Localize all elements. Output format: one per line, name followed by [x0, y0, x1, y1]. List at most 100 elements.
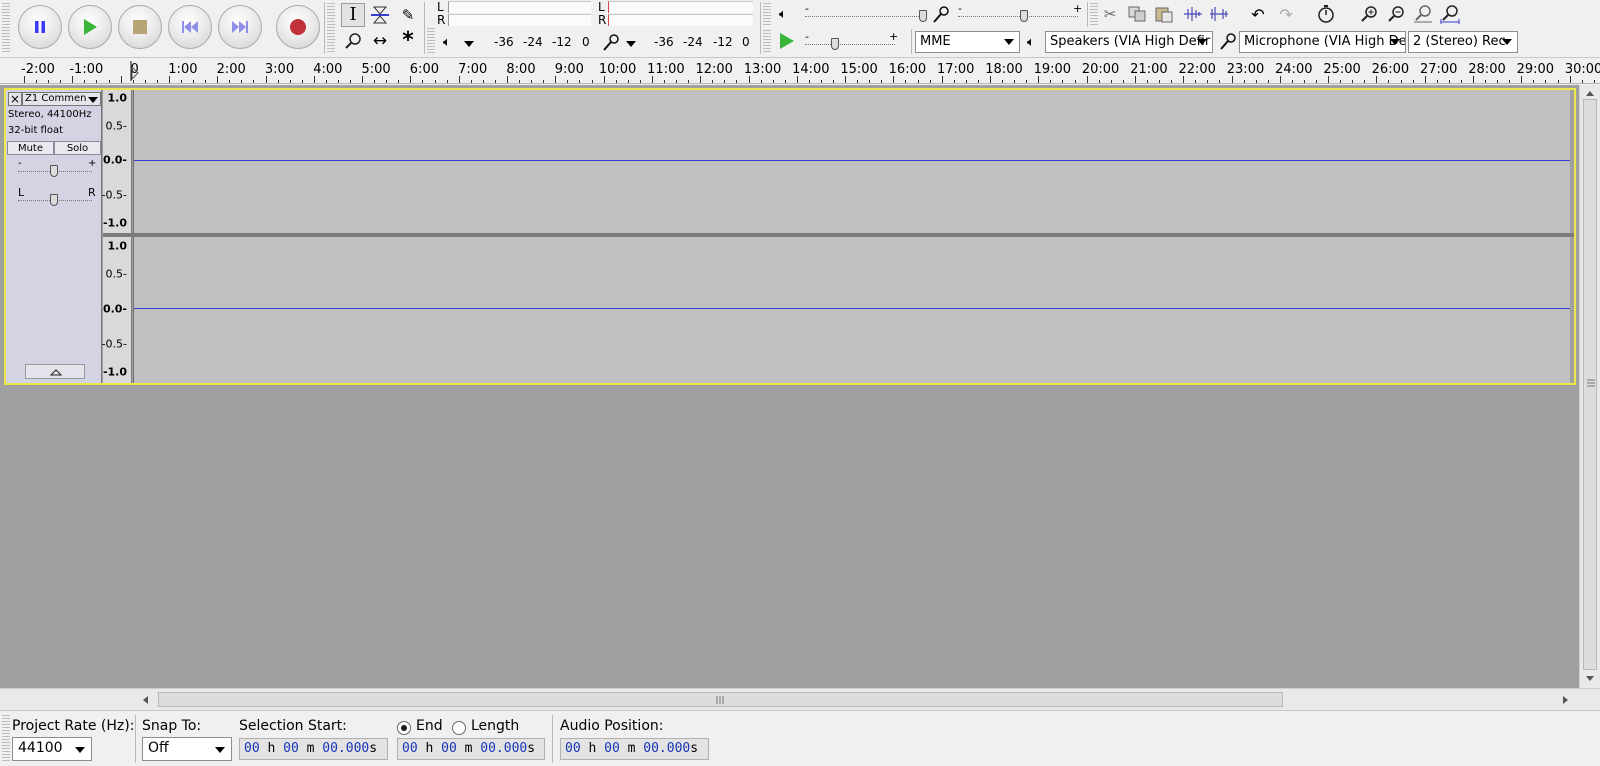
vertical-ruler-left[interactable]: 1.0 0.5- 0.0- -0.5- -1.0: [102, 90, 132, 233]
selection-toolbar-grip[interactable]: [2, 715, 10, 763]
play-at-speed-button[interactable]: [778, 32, 796, 53]
play-at-speed-grip[interactable]: [763, 30, 771, 53]
rec-meter-menu-arrow[interactable]: [626, 41, 636, 47]
play-meter-right-bar[interactable]: [448, 14, 591, 26]
ruler-tick: [1436, 80, 1438, 83]
end-radio[interactable]: [397, 721, 411, 735]
fit-selection-button[interactable]: [1411, 3, 1435, 25]
selection-tool[interactable]: I: [341, 3, 365, 27]
ruler-tick: [748, 76, 750, 83]
vertical-ruler-right[interactable]: 1.0 0.5- 0.0- -0.5- -1.0: [102, 237, 132, 383]
input-volume-slider[interactable]: [1020, 10, 1028, 22]
play-meter-grip[interactable]: [427, 28, 435, 53]
ruler-tick: [1062, 80, 1064, 83]
horizontal-scroll-thumb[interactable]: [158, 692, 1283, 707]
collapse-track-button[interactable]: [25, 364, 85, 379]
ruler-tick-label: 10:00: [598, 62, 637, 77]
draw-tool[interactable]: ✎: [396, 3, 420, 27]
speaker-icon: 🔈︎: [443, 35, 451, 50]
gain-minus: -: [18, 158, 22, 169]
waveform-left-channel[interactable]: [133, 90, 1570, 233]
input-volume-plus: +: [1073, 2, 1083, 15]
input-volume-track[interactable]: [958, 16, 1078, 18]
stop-button[interactable]: [118, 5, 162, 49]
timeline-ruler[interactable]: -2:00 -1:00 0 1:00 2:00 3:00 4:00 5:00 6:00 7:00 8…: [0, 58, 1600, 84]
record-button[interactable]: [276, 5, 320, 49]
track-panel[interactable]: × Z1 Commen Stereo, 44100Hz 32-bit float…: [0, 85, 1579, 688]
ruler-tick: [48, 80, 50, 83]
track-menu-button[interactable]: Z1 Commen: [22, 92, 101, 106]
ruler-tick: [651, 76, 653, 83]
ruler-tick: [458, 76, 460, 83]
silence-button[interactable]: [1207, 3, 1231, 25]
audio-position-time[interactable]: 00 h 00 m 00.000s: [560, 738, 709, 760]
edit-toolbar-grip[interactable]: [1090, 3, 1098, 25]
cut-button[interactable]: ✂: [1098, 3, 1122, 25]
rec-meter-left-bar[interactable]: [608, 1, 753, 13]
transport-toolbar-grip[interactable]: [2, 3, 10, 53]
play-meter-menu-arrow[interactable]: [464, 41, 474, 47]
audio-host-select[interactable]: MME: [915, 31, 1020, 53]
ruler-tick: [627, 80, 629, 83]
input-device-select[interactable]: Microphone (VIA High De: [1239, 31, 1406, 53]
skip-to-start-button[interactable]: [168, 5, 212, 49]
rec-scale-tick: 0: [742, 35, 750, 49]
vertical-scrollbar[interactable]: [1579, 85, 1600, 688]
end-label[interactable]: End: [416, 718, 443, 734]
zoom-tool[interactable]: [341, 29, 365, 53]
waveform-right-channel[interactable]: [133, 237, 1570, 383]
ruler-tick: [543, 80, 545, 83]
hours-unit: h: [267, 741, 276, 756]
solo-button[interactable]: Solo: [54, 141, 101, 155]
ruler-tick-label: 5:00: [361, 62, 391, 77]
mixer-toolbar-grip[interactable]: [763, 3, 771, 25]
snap-to-select[interactable]: Off: [142, 737, 232, 761]
ruler-tick: [531, 80, 533, 83]
vertical-scroll-thumb[interactable]: [1583, 99, 1597, 670]
ruler-tick: [869, 80, 871, 83]
output-volume-minus: -: [805, 2, 809, 15]
play-button[interactable]: [68, 5, 112, 49]
zoom-out-button[interactable]: [1384, 3, 1408, 25]
gain-slider[interactable]: [50, 165, 58, 177]
minutes-digits: 00: [604, 741, 620, 756]
copy-button[interactable]: [1125, 3, 1149, 25]
output-volume-track[interactable]: [805, 16, 925, 18]
input-channels-select[interactable]: 2 (Stereo) Rec: [1408, 31, 1518, 53]
output-device-select[interactable]: Speakers (VIA High Defir: [1045, 31, 1213, 53]
multi-tool[interactable]: *: [396, 29, 420, 53]
paste-button[interactable]: [1152, 3, 1176, 25]
audio-track[interactable]: × Z1 Commen Stereo, 44100Hz 32-bit float…: [4, 88, 1576, 385]
speed-track[interactable]: [805, 44, 895, 46]
undo-button[interactable]: ↶: [1246, 3, 1270, 25]
horizontal-scrollbar[interactable]: [0, 688, 1600, 710]
close-track-button[interactable]: ×: [8, 92, 22, 106]
pause-button[interactable]: [18, 5, 62, 49]
ruler-tick: [494, 80, 496, 83]
play-meter-left-bar[interactable]: [448, 1, 591, 13]
output-volume-slider[interactable]: [919, 10, 927, 22]
fit-project-button[interactable]: [1438, 3, 1462, 25]
play-meter-l: L: [437, 0, 444, 14]
time-shift-tool[interactable]: ↔: [368, 29, 392, 53]
skip-to-end-button[interactable]: [218, 5, 262, 49]
tools-toolbar-grip[interactable]: [327, 3, 335, 53]
ruler-tick-label: 13:00: [743, 62, 782, 77]
mute-button[interactable]: Mute: [7, 141, 54, 155]
ruler-tick: [1352, 80, 1354, 83]
trim-button[interactable]: [1181, 3, 1205, 25]
length-radio[interactable]: [452, 721, 466, 735]
length-label[interactable]: Length: [471, 718, 519, 734]
rec-meter-right-bar[interactable]: [608, 14, 753, 26]
project-rate-select[interactable]: 44100: [12, 737, 92, 761]
pan-slider[interactable]: [50, 194, 58, 206]
sync-lock-button[interactable]: [1314, 3, 1338, 25]
speed-slider[interactable]: [831, 38, 839, 50]
selection-start-time[interactable]: 00 h 00 m 00.000s: [239, 738, 388, 760]
ruler-tick: [990, 76, 991, 83]
input-device-value: Microphone (VIA High De: [1244, 34, 1406, 49]
selection-end-time[interactable]: 00 h 00 m 00.000s: [397, 738, 545, 760]
envelope-tool[interactable]: [368, 3, 392, 27]
zoom-in-button[interactable]: [1357, 3, 1381, 25]
redo-button[interactable]: ↷: [1274, 3, 1298, 25]
